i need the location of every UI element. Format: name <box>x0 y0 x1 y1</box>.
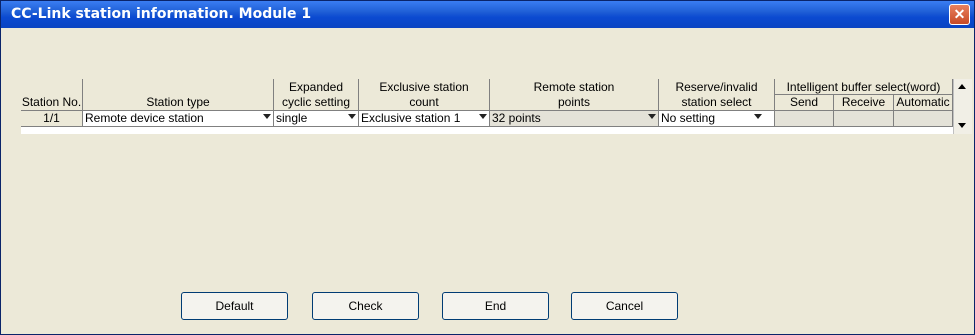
header-station-no-top <box>21 79 83 95</box>
header-reserve-top: Reserve/invalid <box>659 79 775 95</box>
automatic-cell[interactable] <box>894 111 953 127</box>
header-exclusive-top: Exclusive station <box>359 79 490 95</box>
scroll-down-icon[interactable] <box>958 123 966 128</box>
chevron-down-icon[interactable] <box>479 114 487 119</box>
scroll-up-icon[interactable] <box>958 84 966 89</box>
chevron-down-icon[interactable] <box>263 114 271 119</box>
header-send: Send <box>775 95 834 111</box>
header-intelligent-buffer: Intelligent buffer select(word) <box>775 79 953 95</box>
reserve-value: No setting <box>661 111 716 125</box>
row-station-no: 1/1 <box>21 111 83 127</box>
header-automatic: Automatic <box>894 95 953 111</box>
header-station-type-top <box>83 79 274 95</box>
header-remote-top: Remote station <box>490 79 659 95</box>
header-reserve-select: station select <box>659 95 775 111</box>
end-button[interactable]: End <box>442 292 549 320</box>
send-cell[interactable] <box>775 111 834 127</box>
header-station-type: Station type <box>83 95 274 111</box>
window-title: CC-Link station information. Module 1 <box>11 6 312 22</box>
check-button[interactable]: Check <box>312 292 419 320</box>
station-info-window: CC-Link station information. Module 1 ✕ … <box>0 0 975 335</box>
header-expanded-top: Expanded <box>274 79 359 95</box>
default-button[interactable]: Default <box>181 292 288 320</box>
remote-points-value: 32 points <box>492 111 541 125</box>
chevron-down-icon[interactable] <box>348 114 356 119</box>
remote-points-select[interactable]: 32 points <box>490 111 659 127</box>
header-receive: Receive <box>834 95 894 111</box>
expanded-cyclic-select[interactable]: single <box>274 111 359 127</box>
chevron-down-icon[interactable] <box>754 114 762 119</box>
vertical-scrollbar[interactable] <box>953 79 972 134</box>
station-table: Expanded Exclusive station Remote statio… <box>21 79 972 134</box>
header-exclusive-count: count <box>359 95 490 111</box>
header-expanded-cyclic: cyclic setting <box>274 95 359 111</box>
header-remote-points: points <box>490 95 659 111</box>
station-type-value: Remote device station <box>85 111 204 125</box>
header-station-no: Station No. <box>21 95 83 111</box>
reserve-select[interactable]: No setting <box>659 111 775 127</box>
exclusive-count-select[interactable]: Exclusive station 1 <box>359 111 490 127</box>
title-bar: CC-Link station information. Module 1 ✕ <box>1 1 974 28</box>
exclusive-count-value: Exclusive station 1 <box>361 111 461 125</box>
receive-cell[interactable] <box>834 111 894 127</box>
chevron-down-icon[interactable] <box>648 114 656 119</box>
station-type-select[interactable]: Remote device station <box>83 111 274 127</box>
expanded-cyclic-value: single <box>276 111 308 125</box>
cancel-button[interactable]: Cancel <box>571 292 678 320</box>
close-icon[interactable]: ✕ <box>949 4 970 25</box>
